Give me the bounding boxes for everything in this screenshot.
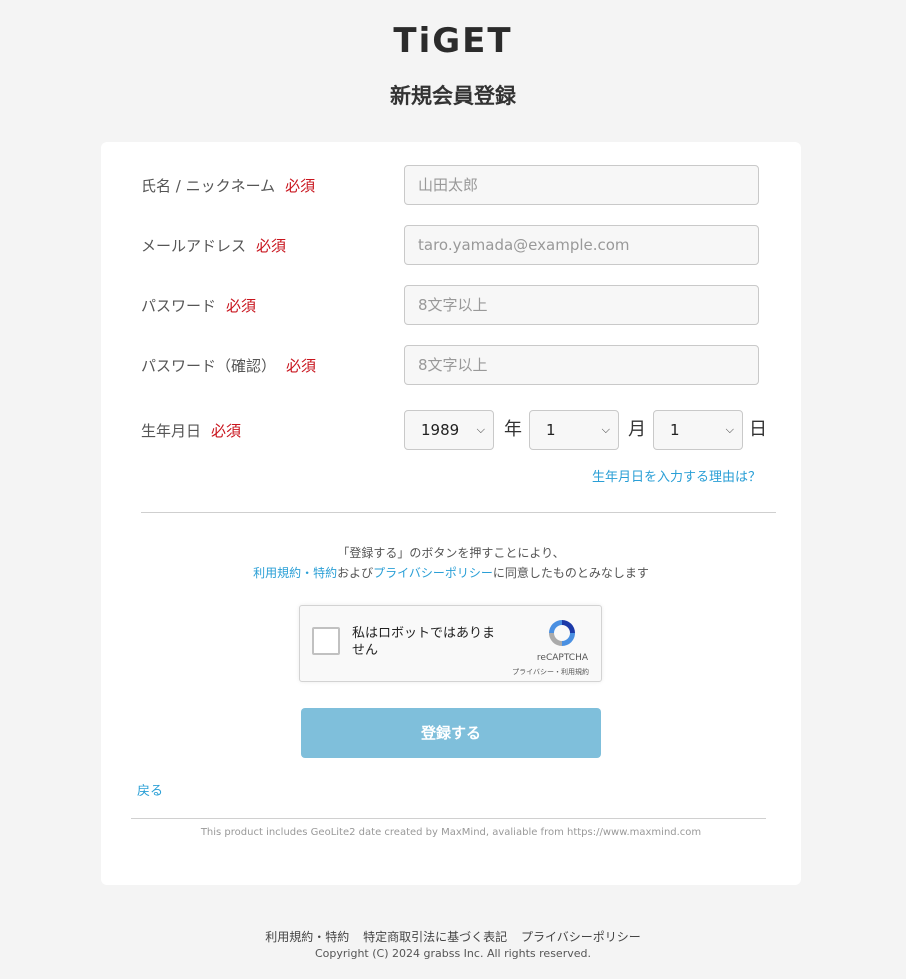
terms-link[interactable]: 利用規約・特約 xyxy=(253,566,337,580)
email-input[interactable] xyxy=(404,225,759,265)
month-unit: 月 xyxy=(628,419,646,440)
footer-commerce-link[interactable]: 特定商取引法に基づく表記 xyxy=(363,930,507,944)
footer-terms-link[interactable]: 利用規約・特約 xyxy=(265,930,349,944)
email-label: メールアドレス 必須 xyxy=(141,237,287,255)
password-confirm-label: パスワード（確認） 必須 xyxy=(141,357,317,375)
recaptcha-label: 私はロボットではありません xyxy=(352,626,496,658)
birthday-label: 生年月日 必須 xyxy=(141,422,242,440)
recaptcha-icon xyxy=(549,620,575,646)
footer-privacy-link[interactable]: プライバシーポリシー xyxy=(521,930,641,944)
agreement-links: 利用規約・特約およびプライバシーポリシーに同意したものとみなします xyxy=(253,566,649,580)
recaptcha-brand: reCAPTCHA xyxy=(536,653,588,663)
recaptcha-widget: 私はロボットではありません reCAPTCHA プライバシー・利用規約 xyxy=(299,605,602,682)
birthday-row: 生年月日 必須 1989 ⌵ 年 1 ⌵ 月 1 ⌵ 日 xyxy=(141,410,767,450)
password-input[interactable] xyxy=(404,285,759,325)
chevron-down-icon: ⌵ xyxy=(725,423,734,436)
password-row: パスワード 必須 xyxy=(141,285,761,325)
name-row: 氏名 / ニックネーム 必須 xyxy=(141,165,761,205)
name-label: 氏名 / ニックネーム 必須 xyxy=(141,177,316,195)
copyright: Copyright (C) 2024 grabss Inc. All right… xyxy=(315,947,591,960)
logo-text: TiGET xyxy=(393,21,513,61)
recaptcha-terms-link[interactable]: プライバシー・利用規約 xyxy=(512,667,589,677)
birth-month-select[interactable]: 1 ⌵ xyxy=(529,410,619,450)
required-badge: 必須 xyxy=(286,357,317,375)
email-row: メールアドレス 必須 xyxy=(141,225,761,265)
footer-links: 利用規約・特約 特定商取引法に基づく表記 プライバシーポリシー xyxy=(0,928,906,945)
recaptcha-checkbox[interactable] xyxy=(312,627,340,655)
divider xyxy=(141,512,776,513)
required-badge: 必須 xyxy=(211,422,242,440)
birth-day-select[interactable]: 1 ⌵ xyxy=(653,410,743,450)
year-unit: 年 xyxy=(504,419,522,440)
password-confirm-row: パスワード（確認） 必須 xyxy=(141,345,761,385)
register-button[interactable]: 登録する xyxy=(301,708,601,758)
chevron-down-icon: ⌵ xyxy=(476,423,485,436)
birthday-reason-link[interactable]: 生年月日を入力する理由は？ xyxy=(592,466,761,485)
page-title: 新規会員登録 xyxy=(390,84,516,108)
required-badge: 必須 xyxy=(226,297,257,315)
day-unit: 日 xyxy=(749,419,767,440)
registration-card: 氏名 / ニックネーム必須 メールアドレス必須 パスワード必須 パスワード（確認… xyxy=(101,142,801,885)
divider xyxy=(131,818,766,819)
password-label: パスワード 必須 xyxy=(141,297,257,315)
geolite-notice: This product includes GeoLite2 date crea… xyxy=(200,827,702,838)
agreement-text: 「登録する」のボタンを押すことにより、 xyxy=(337,546,565,560)
birth-year-select[interactable]: 1989 ⌵ xyxy=(404,410,494,450)
tiget-logo[interactable]: TiGET xyxy=(0,22,906,60)
back-link[interactable]: 戻る xyxy=(137,780,163,799)
privacy-policy-link[interactable]: プライバシーポリシー xyxy=(373,566,493,580)
chevron-down-icon: ⌵ xyxy=(601,423,610,436)
password-confirm-input[interactable] xyxy=(404,345,759,385)
required-badge: 必須 xyxy=(285,177,316,195)
name-input[interactable] xyxy=(404,165,759,205)
required-badge: 必須 xyxy=(256,237,287,255)
